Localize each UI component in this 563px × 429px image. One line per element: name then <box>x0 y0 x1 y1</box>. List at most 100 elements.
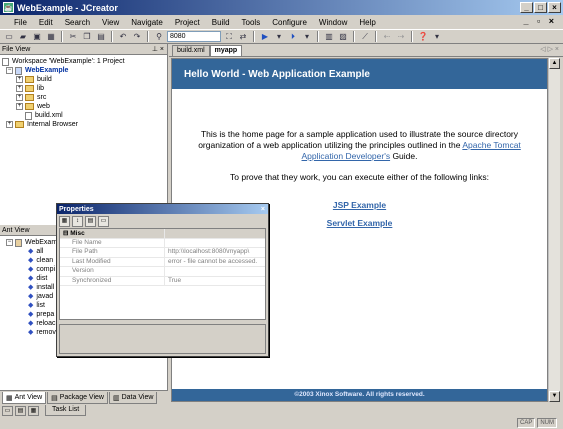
expand-icon[interactable]: + <box>6 121 13 128</box>
sort-alpha-icon[interactable]: ↕ <box>72 215 83 227</box>
property-row[interactable]: Version <box>60 267 265 277</box>
property-category[interactable]: ⊟ Misc <box>60 229 265 239</box>
find-icon[interactable]: ⚲ <box>153 31 165 42</box>
menu-build[interactable]: Build <box>206 18 236 27</box>
menu-navigate[interactable]: Navigate <box>125 18 169 27</box>
debug-icon[interactable]: ⏵ <box>287 31 299 42</box>
ant-view-title: Ant View <box>2 226 30 234</box>
compile-icon[interactable]: ▥ <box>323 31 335 42</box>
vertical-scrollbar[interactable]: ▲ ▼ <box>548 58 560 402</box>
menu-configure[interactable]: Configure <box>266 18 313 27</box>
save-all-icon[interactable]: ▦ <box>45 31 57 42</box>
app-icon: ☕ <box>3 2 14 13</box>
target-icon: ◆ <box>28 329 34 336</box>
find-in-files-icon[interactable]: ⛶ <box>223 31 235 42</box>
page-banner: Hello World - Web Application Example <box>172 59 547 89</box>
tree-item-build-xml[interactable]: build.xml <box>2 111 165 120</box>
expand-icon[interactable]: + <box>16 103 23 110</box>
folder-icon <box>25 103 34 110</box>
property-row[interactable]: Last Modified error - file cannot be acce… <box>60 257 265 267</box>
task-panel-bar: ▭ ▤ ▦ Task List <box>0 404 563 417</box>
menu-search[interactable]: Search <box>59 18 96 27</box>
expand-icon[interactable]: + <box>16 85 23 92</box>
tab-build-xml[interactable]: build.xml <box>172 45 210 56</box>
replace-icon[interactable]: ⇄ <box>237 31 249 42</box>
menu-edit[interactable]: Edit <box>33 18 59 27</box>
property-description <box>59 324 266 354</box>
menu-help[interactable]: Help <box>353 18 381 27</box>
property-row[interactable]: File Path http:\\localhost:8080\myapp\ <box>60 248 265 258</box>
internal-browser-node[interactable]: + Internal Browser <box>2 120 165 129</box>
help-dropdown-icon[interactable]: ▾ <box>431 31 443 42</box>
property-row[interactable]: Synchronized True <box>60 276 265 286</box>
title-bar: ☕ WebExample - JCreator _ □ × <box>0 0 563 15</box>
toolbar-separator <box>111 31 113 42</box>
debug-dropdown-icon[interactable]: ▾ <box>301 31 313 42</box>
redo-icon[interactable]: ↷ <box>131 31 143 42</box>
window-title: WebExample - JCreator <box>17 2 118 13</box>
help-icon[interactable]: ❓ <box>417 31 429 42</box>
properties-close-icon[interactable]: × <box>261 206 265 213</box>
wand-icon[interactable]: ⟋ <box>359 31 371 42</box>
menu-tools[interactable]: Tools <box>236 18 267 27</box>
forward-icon[interactable]: ⇢ <box>395 31 407 42</box>
tab-ant-view[interactable]: ▦ Ant View <box>2 392 47 404</box>
task-panel-icon[interactable]: ▭ <box>2 405 13 416</box>
output-panel-icon[interactable]: ▤ <box>15 405 26 416</box>
menu-bar: File Edit Search View Navigate Project B… <box>0 15 563 29</box>
copy-icon[interactable]: ❐ <box>81 31 93 42</box>
toolbar-separator <box>317 31 319 42</box>
file-view-pane: File View ⊥ × Workspace 'WebExample': 1 … <box>0 44 168 225</box>
tab-myapp[interactable]: myapp <box>209 45 243 56</box>
new-file-icon[interactable]: ▭ <box>3 31 15 42</box>
tree-item-build[interactable]: + build <box>2 75 165 84</box>
folder-icon <box>25 94 34 101</box>
close-button[interactable]: × <box>548 2 561 13</box>
pane-close-icon[interactable]: ⊥ × <box>152 45 164 53</box>
menu-window[interactable]: Window <box>313 18 353 27</box>
tab-data-view[interactable]: ▥ Data View <box>108 392 158 404</box>
mdi-window-controls[interactable]: _ ▫ × <box>524 16 557 26</box>
properties-titlebar[interactable]: Properties × <box>57 204 268 214</box>
paste-icon[interactable]: ▤ <box>95 31 107 42</box>
build-icon[interactable]: ▨ <box>337 31 349 42</box>
minimize-button[interactable]: _ <box>520 2 533 13</box>
properties-toolbar: ▦ ↕ ▤ ▭ <box>57 214 268 228</box>
property-pages-icon[interactable]: ▤ <box>85 215 96 227</box>
tab-package-view[interactable]: ▤ Package View <box>47 392 108 404</box>
find-panel-icon[interactable]: ▦ <box>28 405 39 416</box>
open-folder-icon[interactable]: ▰ <box>17 31 29 42</box>
menu-view[interactable]: View <box>96 18 125 27</box>
tree-item-src[interactable]: + src <box>2 93 165 102</box>
package-icon: ▤ <box>51 394 58 402</box>
maximize-button[interactable]: □ <box>534 2 547 13</box>
back-icon[interactable]: ⇠ <box>381 31 393 42</box>
save-icon[interactable]: ▣ <box>31 31 43 42</box>
toolbar-separator <box>147 31 149 42</box>
expand-icon[interactable]: + <box>16 94 23 101</box>
target-icon: ◆ <box>28 248 34 255</box>
workspace-node[interactable]: Workspace 'WebExample': 1 Project <box>2 57 165 66</box>
run-dropdown-icon[interactable]: ▾ <box>273 31 285 42</box>
expand-icon[interactable]: + <box>16 76 23 83</box>
tree-item-lib[interactable]: + lib <box>2 84 165 93</box>
run-icon[interactable]: ▶ <box>259 31 271 42</box>
scroll-up-icon[interactable]: ▲ <box>549 58 560 69</box>
properties-panel: Properties × ▦ ↕ ▤ ▭ ⊟ Misc File Name Fi… <box>56 203 269 357</box>
cut-icon[interactable]: ✂ <box>67 31 79 42</box>
events-icon[interactable]: ▭ <box>98 215 109 227</box>
tab-task-list[interactable]: Task List <box>45 405 87 416</box>
project-node[interactable]: − WebExample <box>2 66 165 75</box>
toolbar-separator <box>253 31 255 42</box>
tree-item-web[interactable]: + web <box>2 102 165 111</box>
search-input[interactable]: 8080 <box>167 31 221 42</box>
property-row[interactable]: File Name <box>60 238 265 248</box>
collapse-icon[interactable]: − <box>6 67 13 74</box>
categorized-icon[interactable]: ▦ <box>59 215 70 227</box>
collapse-icon[interactable]: − <box>6 239 13 246</box>
tab-scroll-arrows[interactable]: ◁ ▷ × <box>540 45 559 53</box>
undo-icon[interactable]: ↶ <box>117 31 129 42</box>
scroll-down-icon[interactable]: ▼ <box>549 391 560 402</box>
menu-project[interactable]: Project <box>169 18 206 27</box>
menu-file[interactable]: File <box>4 18 33 27</box>
